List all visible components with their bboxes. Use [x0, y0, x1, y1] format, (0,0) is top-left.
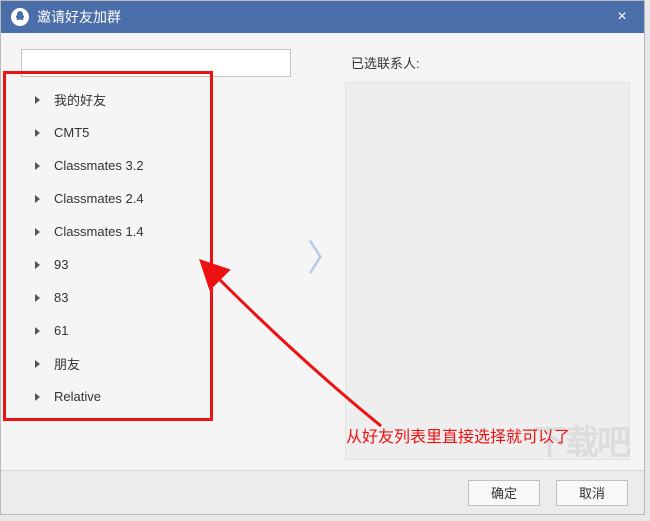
selected-contacts-label: 已选联系人: — [345, 53, 630, 72]
transfer-right-icon[interactable]: 〉 — [307, 229, 343, 281]
group-label: Classmates 3.2 — [54, 158, 144, 173]
group-label: CMT5 — [54, 125, 89, 140]
titlebar: 邀请好友加群 × — [1, 1, 644, 33]
chevron-right-icon — [35, 393, 40, 401]
close-button[interactable]: × — [610, 5, 634, 29]
friend-group[interactable]: 朋友 — [21, 347, 305, 380]
chevron-right-icon — [35, 195, 40, 203]
chevron-right-icon — [35, 327, 40, 335]
friend-group[interactable]: Classmates 3.2 — [21, 149, 305, 182]
friend-group[interactable]: Classmates 2.4 — [21, 182, 305, 215]
cancel-button[interactable]: 取消 — [556, 480, 628, 506]
group-label: 朋友 — [54, 354, 80, 373]
search-input[interactable] — [21, 49, 291, 77]
dialog-footer: 确定 取消 — [1, 470, 644, 514]
ok-button[interactable]: 确定 — [468, 480, 540, 506]
friend-group[interactable]: 61 — [21, 314, 305, 347]
left-panel: 我的好友 CMT5 Classmates 3.2 Classmates 2.4 … — [15, 49, 305, 460]
chevron-right-icon — [35, 162, 40, 170]
friend-group[interactable]: 我的好友 — [21, 83, 305, 116]
app-icon — [11, 8, 29, 26]
chevron-right-icon — [35, 294, 40, 302]
friend-group[interactable]: Classmates 1.4 — [21, 215, 305, 248]
selected-contacts-box — [345, 82, 630, 460]
chevron-right-icon — [35, 228, 40, 236]
dialog-body: 我的好友 CMT5 Classmates 3.2 Classmates 2.4 … — [1, 33, 644, 470]
friend-group[interactable]: 83 — [21, 281, 305, 314]
window-title: 邀请好友加群 — [37, 7, 610, 27]
group-label: 93 — [54, 257, 68, 272]
transfer-column: 〉 — [305, 49, 345, 460]
group-label: Relative — [54, 389, 101, 404]
chevron-right-icon — [35, 360, 40, 368]
group-label: 我的好友 — [54, 90, 106, 109]
chevron-right-icon — [35, 261, 40, 269]
friend-group[interactable]: 93 — [21, 248, 305, 281]
group-label: Classmates 2.4 — [54, 191, 144, 206]
group-label: Classmates 1.4 — [54, 224, 144, 239]
chevron-right-icon — [35, 129, 40, 137]
chevron-right-icon — [35, 96, 40, 104]
invite-dialog: 邀请好友加群 × 我的好友 CMT5 Classmates 3.2 Classm… — [0, 0, 645, 515]
group-label: 61 — [54, 323, 68, 338]
friend-group[interactable]: CMT5 — [21, 116, 305, 149]
right-panel: 已选联系人: — [345, 49, 630, 460]
group-label: 83 — [54, 290, 68, 305]
friend-group-list: 我的好友 CMT5 Classmates 3.2 Classmates 2.4 … — [15, 83, 305, 460]
friend-group[interactable]: Relative — [21, 380, 305, 413]
